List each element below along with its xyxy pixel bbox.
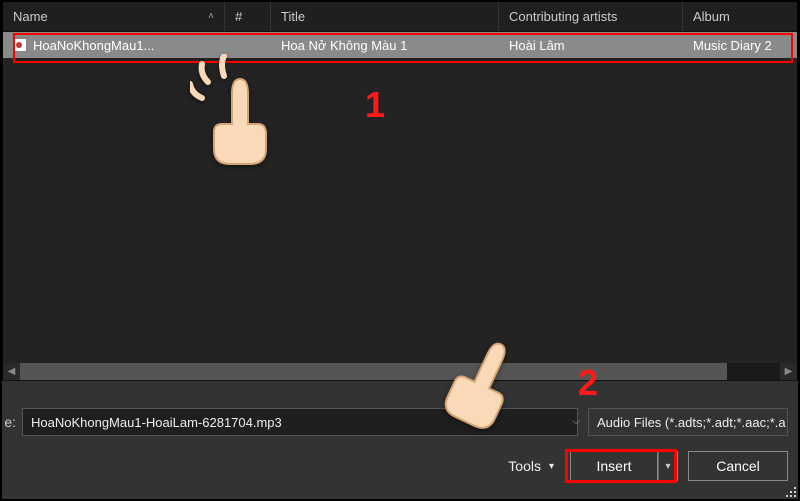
insert-split-button: Insert ▾ (570, 451, 678, 481)
cancel-button[interactable]: Cancel (688, 451, 788, 481)
file-rows-area[interactable]: HoaNoKhongMau1... Hoa Nở Không Màu 1 Hoà… (3, 32, 797, 380)
file-name: HoaNoKhongMau1... (33, 38, 154, 53)
column-header-name[interactable]: Name ˄ (3, 2, 225, 31)
filename-label-fragment: e: (2, 414, 22, 430)
column-label: Name (13, 9, 48, 24)
file-album: Music Diary 2 (683, 32, 797, 58)
column-header-title[interactable]: Title (271, 2, 499, 31)
scroll-track[interactable] (20, 363, 780, 380)
scroll-thumb[interactable] (20, 363, 727, 380)
scroll-right-icon[interactable]: ▶ (780, 363, 797, 380)
file-list: Name ˄ # Title Contributing artists Albu… (2, 2, 798, 380)
file-title: Hoa Nở Không Màu 1 (271, 32, 499, 58)
dialog-bottom-bar: e: Audio Files (*.adts;*.adt;*.aac;*.a ⌵… (2, 380, 798, 499)
file-row-selected[interactable]: HoaNoKhongMau1... Hoa Nở Không Màu 1 Hoà… (3, 32, 797, 58)
file-type-filter[interactable]: Audio Files (*.adts;*.adt;*.aac;*.a ⌵ (588, 408, 788, 436)
audio-file-icon (13, 38, 27, 52)
horizontal-scrollbar[interactable]: ◀ ▶ (3, 363, 797, 380)
insert-button[interactable]: Insert (570, 451, 658, 481)
column-headers: Name ˄ # Title Contributing artists Albu… (3, 2, 797, 32)
filter-text: Audio Files (*.adts;*.adt;*.aac;*.a (597, 415, 786, 430)
file-artist: Hoài Lâm (499, 32, 683, 58)
column-header-number[interactable]: # (225, 2, 271, 31)
filename-input[interactable] (22, 408, 578, 436)
file-track-number (225, 32, 271, 58)
filename-row: e: Audio Files (*.adts;*.adt;*.aac;*.a ⌵ (2, 407, 788, 437)
tools-label: Tools (508, 458, 541, 474)
scroll-left-icon[interactable]: ◀ (3, 363, 20, 380)
column-header-album[interactable]: Album (683, 2, 797, 31)
sort-ascending-icon: ˄ (208, 11, 214, 22)
column-header-artist[interactable]: Contributing artists (499, 2, 683, 31)
caret-down-icon: ▾ (549, 461, 554, 472)
tools-dropdown[interactable]: Tools ▾ (508, 458, 560, 474)
insert-dropdown-button[interactable]: ▾ (658, 451, 678, 481)
action-row: Tools ▾ Insert ▾ Cancel (508, 451, 788, 481)
